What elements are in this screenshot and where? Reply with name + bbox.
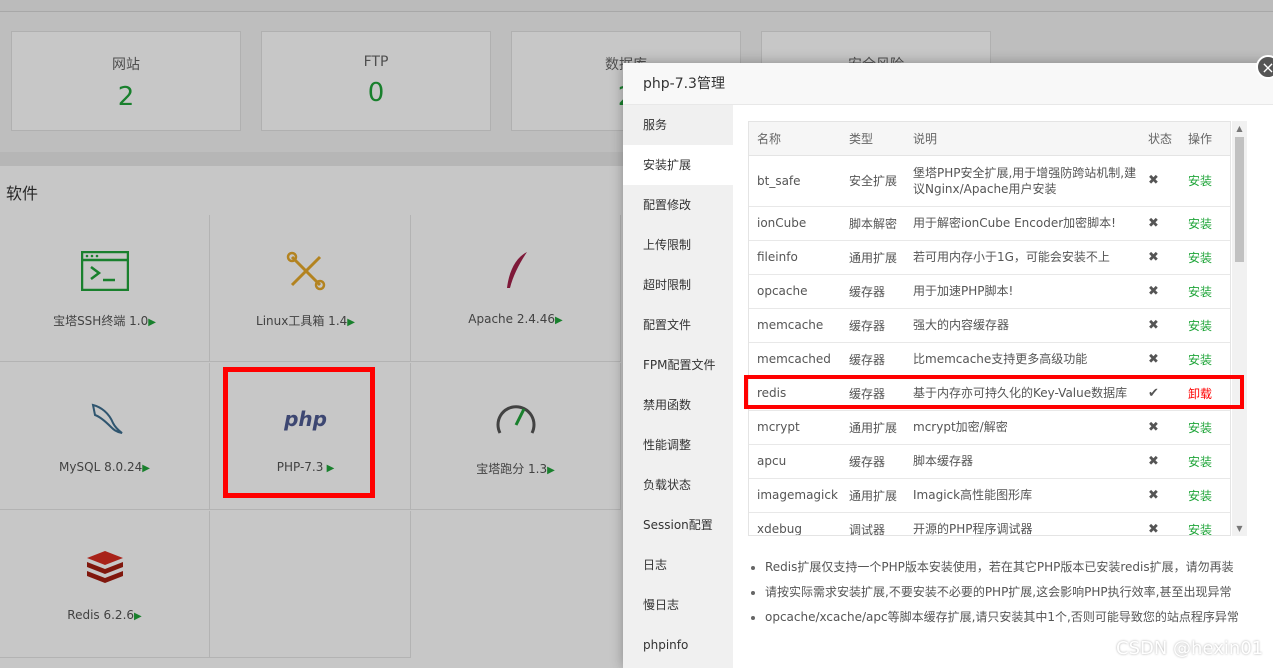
scroll-down-icon[interactable]: ▼ xyxy=(1232,521,1247,536)
ext-desc: 用于解密ionCube Encoder加密脚本! xyxy=(905,206,1140,241)
ext-desc: Imagick高性能图形库 xyxy=(905,478,1140,513)
install-link[interactable]: 安装 xyxy=(1188,319,1212,333)
status-x-icon: ✖ xyxy=(1140,155,1180,207)
table-row: memcached 缓存器 比memcache支持更多高级功能 ✖ 安装 xyxy=(749,342,1230,377)
ext-type: 通用扩展 xyxy=(841,478,905,513)
extension-table-wrap: 名称 类型 说明 状态 操作 bt_safe 安全扩展 堡塔PHP安全扩展,用于… xyxy=(748,121,1231,536)
install-link[interactable]: 安装 xyxy=(1188,523,1212,536)
ext-desc: 若可用内存小于1G，可能会安装不上 xyxy=(905,240,1140,275)
column-header-op: 操作 xyxy=(1180,122,1230,156)
column-header-name: 名称 xyxy=(749,122,841,156)
status-x-icon: ✖ xyxy=(1140,308,1180,343)
ext-type: 缓存器 xyxy=(841,444,905,479)
nav-item-timeout-limit[interactable]: 超时限制 xyxy=(623,265,733,305)
nav-item-install-extension[interactable]: 安装扩展 xyxy=(623,145,733,185)
nav-item-session-config[interactable]: Session配置 xyxy=(623,505,733,545)
install-link[interactable]: 安装 xyxy=(1188,489,1212,503)
nav-item-disabled-functions[interactable]: 禁用函数 xyxy=(623,385,733,425)
install-link[interactable]: 安装 xyxy=(1188,421,1212,435)
ext-name: ionCube xyxy=(749,206,841,241)
extension-table: 名称 类型 说明 状态 操作 bt_safe 安全扩展 堡塔PHP安全扩展,用于… xyxy=(749,122,1230,536)
nav-item-service[interactable]: 服务 xyxy=(623,105,733,145)
install-link[interactable]: 安装 xyxy=(1188,217,1212,231)
ext-type: 通用扩展 xyxy=(841,410,905,445)
table-scrollbar[interactable]: ▲ ▼ xyxy=(1232,121,1247,536)
scroll-thumb[interactable] xyxy=(1235,137,1244,262)
ext-name: memcached xyxy=(749,342,841,377)
install-link[interactable]: 安装 xyxy=(1188,174,1212,188)
table-row: imagemagick 通用扩展 Imagick高性能图形库 ✖ 安装 xyxy=(749,478,1230,513)
ext-name: mcrypt xyxy=(749,410,841,445)
column-header-desc: 说明 xyxy=(905,122,1140,156)
status-x-icon: ✖ xyxy=(1140,206,1180,241)
status-x-icon: ✖ xyxy=(1140,240,1180,275)
ext-name: apcu xyxy=(749,444,841,479)
table-row: bt_safe 安全扩展 堡塔PHP安全扩展,用于增强防跨站机制,建议Nginx… xyxy=(749,155,1230,207)
table-row: ionCube 脚本解密 用于解密ionCube Encoder加密脚本! ✖ … xyxy=(749,206,1230,241)
install-link[interactable]: 安装 xyxy=(1188,285,1212,299)
nav-item-phpinfo[interactable]: phpinfo xyxy=(623,625,733,665)
modal-nav: 服务 安装扩展 配置修改 上传限制 超时限制 配置文件 FPM配置文件 禁用函数… xyxy=(623,105,733,668)
ext-type: 调试器 xyxy=(841,512,905,535)
install-link[interactable]: 安装 xyxy=(1188,353,1212,367)
table-row: apcu 缓存器 脚本缓存器 ✖ 安装 xyxy=(749,444,1230,479)
nav-item-fpm-config[interactable]: FPM配置文件 xyxy=(623,345,733,385)
nav-item-config-file[interactable]: 配置文件 xyxy=(623,305,733,345)
status-x-icon: ✖ xyxy=(1140,274,1180,309)
ext-name: memcache xyxy=(749,308,841,343)
ext-type: 缓存器 xyxy=(841,342,905,377)
table-row: xdebug 调试器 开源的PHP程序调试器 ✖ 安装 xyxy=(749,512,1230,536)
ext-desc: 堡塔PHP安全扩展,用于增强防跨站机制,建议Nginx/Apache用户安装 xyxy=(905,155,1140,207)
highlight-box-redis-row xyxy=(744,375,1244,409)
status-x-icon: ✖ xyxy=(1140,342,1180,377)
status-x-icon: ✖ xyxy=(1140,444,1180,479)
nav-item-performance[interactable]: 性能调整 xyxy=(623,425,733,465)
ext-name: bt_safe xyxy=(749,155,841,207)
column-header-status: 状态 xyxy=(1140,122,1180,156)
scroll-up-icon[interactable]: ▲ xyxy=(1232,121,1247,136)
ext-desc: 用于加速PHP脚本! xyxy=(905,274,1140,309)
note-item: 请按实际需求安装扩展,不要安装不必要的PHP扩展,这会影响PHP执行效率,甚至出… xyxy=(748,580,1268,605)
ext-name: imagemagick xyxy=(749,478,841,513)
nav-item-upload-limit[interactable]: 上传限制 xyxy=(623,225,733,265)
install-link[interactable]: 安装 xyxy=(1188,455,1212,469)
nav-item-slow-log[interactable]: 慢日志 xyxy=(623,585,733,625)
table-row: mcrypt 通用扩展 mcrypt加密/解密 ✖ 安装 xyxy=(749,410,1230,445)
ext-type: 缓存器 xyxy=(841,274,905,309)
ext-type: 缓存器 xyxy=(841,308,905,343)
close-icon[interactable]: × xyxy=(1256,55,1273,79)
notes-list: Redis扩展仅支持一个PHP版本安装使用，若在其它PHP版本已安装redis扩… xyxy=(748,555,1268,630)
nav-item-load-status[interactable]: 负载状态 xyxy=(623,465,733,505)
ext-desc: 开源的PHP程序调试器 xyxy=(905,512,1140,535)
ext-type: 安全扩展 xyxy=(841,155,905,207)
ext-desc: 强大的内容缓存器 xyxy=(905,308,1140,343)
install-link[interactable]: 安装 xyxy=(1188,251,1212,265)
highlight-box-php xyxy=(223,367,375,498)
modal-title: php-7.3管理 xyxy=(623,63,1273,105)
column-header-type: 类型 xyxy=(841,122,905,156)
ext-desc: mcrypt加密/解密 xyxy=(905,410,1140,445)
table-row: fileinfo 通用扩展 若可用内存小于1G，可能会安装不上 ✖ 安装 xyxy=(749,240,1230,275)
php-manage-modal: php-7.3管理 × 服务 安装扩展 配置修改 上传限制 超时限制 配置文件 … xyxy=(623,55,1273,668)
nav-item-log[interactable]: 日志 xyxy=(623,545,733,585)
nav-item-config-modify[interactable]: 配置修改 xyxy=(623,185,733,225)
ext-name: fileinfo xyxy=(749,240,841,275)
ext-desc: 比memcache支持更多高级功能 xyxy=(905,342,1140,377)
ext-name: opcache xyxy=(749,274,841,309)
status-x-icon: ✖ xyxy=(1140,478,1180,513)
ext-desc: 脚本缓存器 xyxy=(905,444,1140,479)
status-x-icon: ✖ xyxy=(1140,410,1180,445)
watermark: CSDN @hexin01 xyxy=(1116,638,1264,659)
ext-type: 通用扩展 xyxy=(841,240,905,275)
note-item: opcache/xcache/apc等脚本缓存扩展,请只安装其中1个,否则可能导… xyxy=(748,605,1268,630)
table-header-row: 名称 类型 说明 状态 操作 xyxy=(749,122,1230,156)
table-row: opcache 缓存器 用于加速PHP脚本! ✖ 安装 xyxy=(749,274,1230,309)
ext-type: 脚本解密 xyxy=(841,206,905,241)
ext-name: xdebug xyxy=(749,512,841,535)
status-x-icon: ✖ xyxy=(1140,512,1180,535)
note-item: Redis扩展仅支持一个PHP版本安装使用，若在其它PHP版本已安装redis扩… xyxy=(748,555,1268,580)
table-row: memcache 缓存器 强大的内容缓存器 ✖ 安装 xyxy=(749,308,1230,343)
